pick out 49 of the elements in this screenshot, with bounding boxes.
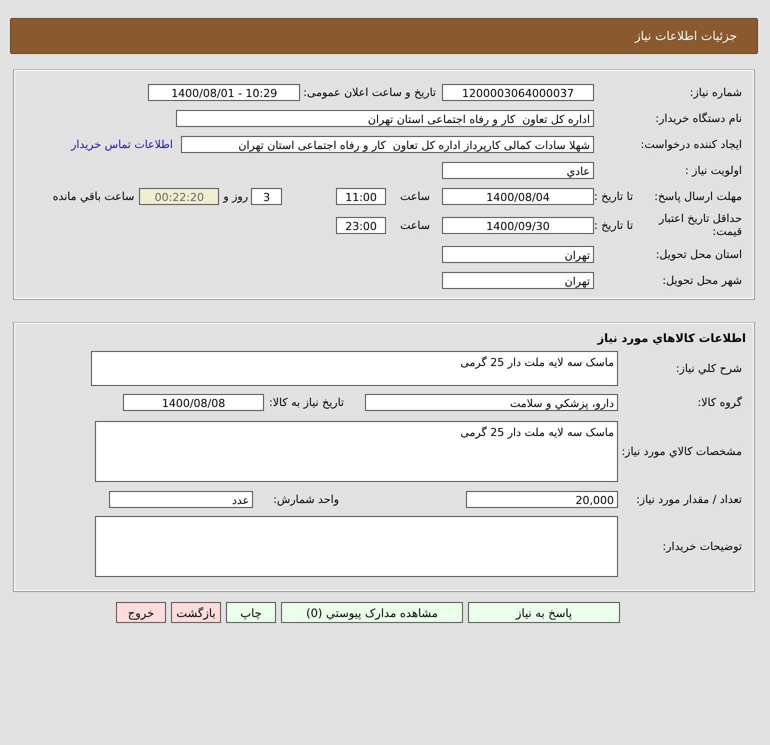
priority-field: عادي xyxy=(442,162,594,178)
action-button[interactable]: چاپ xyxy=(226,602,276,623)
field-label: اولویت نیاز : xyxy=(684,164,742,176)
reply-date-field: 1400/08/04 xyxy=(442,188,594,204)
field-label: تعداد / مقدار مورد نیاز: xyxy=(636,492,742,506)
buyer-field: اداره کل تعاون کار و رفاه اجتماعی استان تهران xyxy=(176,110,594,126)
field-label: تا تاریخ : xyxy=(594,190,633,202)
quantity-field: 20,000 xyxy=(466,490,618,508)
field-label: ایجاد کننده درخواست: xyxy=(640,138,742,150)
validity-time-field: 23:00 xyxy=(336,216,386,234)
field-label: حداقل تاریخ اعتبار قیمت: xyxy=(658,212,742,238)
field-label: روز و xyxy=(223,190,248,202)
section-title: اطلاعات کالاهاي مورد نیاز xyxy=(596,331,747,345)
city-field: تهران xyxy=(442,272,594,288)
field-label: ساعت xyxy=(400,190,430,202)
field-label: گروه کالا: xyxy=(698,396,742,408)
need-number-field: 1200003064000037 xyxy=(442,84,594,100)
buyer-contact-link[interactable]: اطلاعات تماس خریدار xyxy=(71,138,173,150)
unit-field: عدد xyxy=(109,490,254,508)
field-label: توضیحات خریدار: xyxy=(662,540,742,552)
summary-field: ماسک سه لایه ملت دار 25 گرمی xyxy=(91,350,618,386)
validity-date-field: 1400/09/30 xyxy=(442,216,594,234)
action-button[interactable]: بازگشت xyxy=(171,602,221,623)
page-title: جزئیات اطلاعات نیاز xyxy=(634,29,737,43)
field-label: استان محل تحویل: xyxy=(656,248,742,260)
field-label: ساعت باقي مانده xyxy=(52,190,134,202)
specs-field: ماسک سه لایه ملت دار 25 گرمی xyxy=(95,420,618,482)
field-label: ساعت xyxy=(400,218,430,232)
field-label: شماره نیاز: xyxy=(690,86,742,98)
reply-time-field: 11:00 xyxy=(336,188,386,204)
field-label: مشخصات کالاي مورد نیاز: xyxy=(621,444,742,458)
field-label: تاریخ نیاز به کالا: xyxy=(269,396,344,408)
province-field: تهران xyxy=(442,246,594,262)
action-button[interactable]: پاسخ به نیاز xyxy=(468,602,620,623)
field-label: تاریخ و ساعت اعلان عمومی: xyxy=(303,86,436,98)
action-button[interactable]: خروج xyxy=(116,602,166,623)
days-field: 3 xyxy=(251,188,282,204)
field-label: شهر محل تحویل: xyxy=(662,274,742,286)
remaining-time-field: 00:22:20 xyxy=(139,188,220,204)
requester-field: شهلا سادات کمالی کارپرداز اداره کل تعاون کار و رفاه اجتماعی استان تهران xyxy=(181,136,594,152)
action-button[interactable]: مشاهده مدارک پیوستي (0) xyxy=(281,602,463,623)
field-label: مهلت ارسال پاسخ: xyxy=(654,190,742,202)
field-label: تا تاریخ : xyxy=(594,218,633,232)
field-label: واحد شمارش: xyxy=(273,492,339,506)
announce-date-field: 1400/08/01 - 10:29 xyxy=(148,84,300,100)
need-date-field: 1400/08/08 xyxy=(123,394,264,410)
field-label: شرح کلي نیاز: xyxy=(676,362,742,374)
goods-group-field: دارو، پزشکي و سلامت xyxy=(365,394,618,410)
field-label: نام دستگاه خریدار: xyxy=(655,112,742,124)
